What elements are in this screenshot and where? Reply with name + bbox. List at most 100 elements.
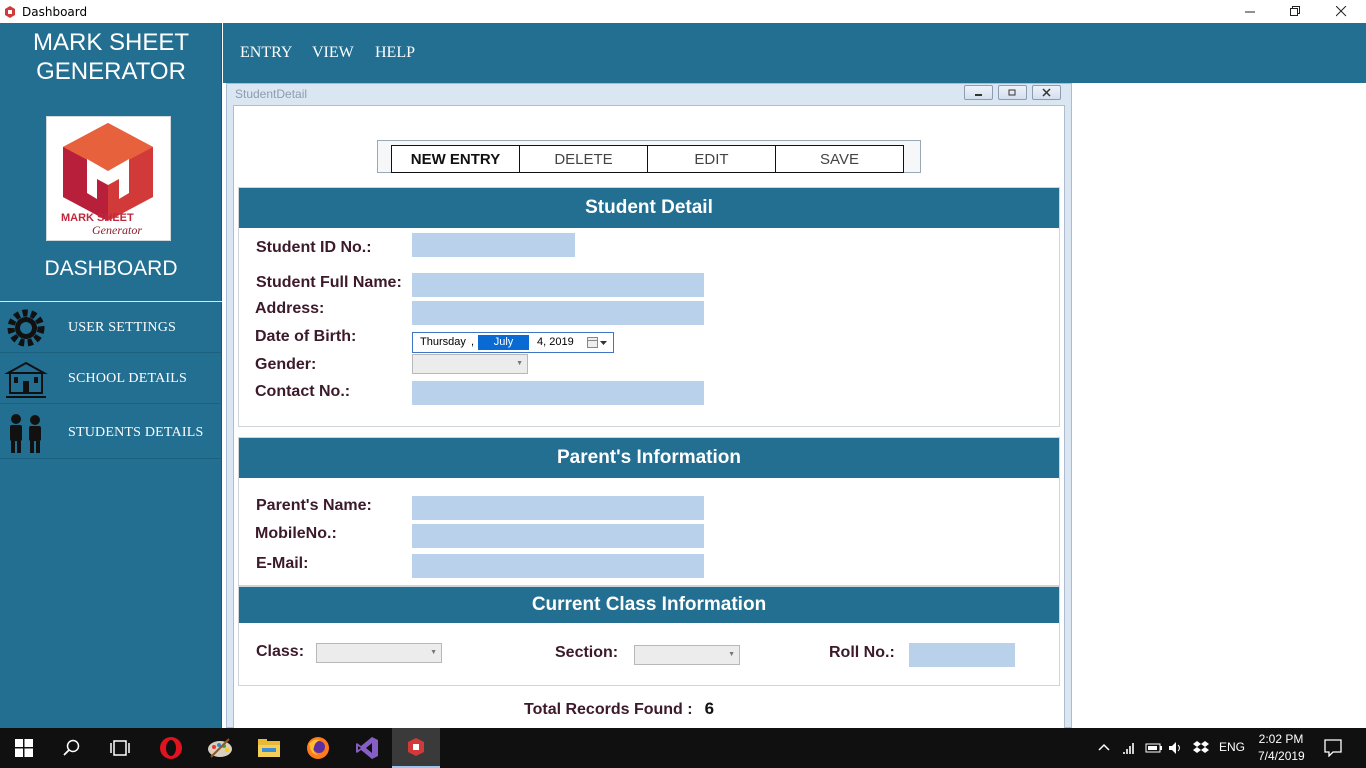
clock-date: 7/4/2019 <box>1258 749 1305 763</box>
parent-info-heading: Parent's Information <box>239 438 1059 478</box>
sidebar-item-label: STUDENTS DETAILS <box>68 424 204 440</box>
search-button[interactable] <box>48 728 96 768</box>
minimize-button[interactable] <box>1227 0 1273 23</box>
parent-name-input[interactable] <box>412 496 704 520</box>
roll-input[interactable] <box>909 643 1015 667</box>
restore-icon <box>1289 6 1300 16</box>
taskbar-file-explorer[interactable] <box>245 728 293 768</box>
chevron-down-icon: ▼ <box>728 651 735 658</box>
window-title: Dashboard <box>22 4 88 19</box>
child-minimize-button[interactable] <box>964 85 993 100</box>
total-records-value: 6 <box>704 699 715 718</box>
gender-select[interactable]: ▼ <box>412 354 528 374</box>
close-icon <box>1042 88 1051 97</box>
clock[interactable]: 2:02 PM 7/4/2019 <box>1258 731 1305 765</box>
menu-help[interactable]: HELP <box>375 44 415 62</box>
start-button[interactable] <box>0 728 48 768</box>
taskbar: ENG 2:02 PM 7/4/2019 <box>0 728 1366 768</box>
notification-icon[interactable] <box>1324 739 1342 757</box>
sidebar-item-school-details[interactable]: SCHOOL DETAILS <box>0 354 222 404</box>
close-button[interactable] <box>1318 0 1364 23</box>
save-button[interactable]: SAVE <box>775 145 904 173</box>
sidebar: MARK SHEET GENERATOR MARK SHEET Generato… <box>0 23 222 728</box>
gender-label: Gender: <box>255 356 317 373</box>
mobile-input[interactable] <box>412 524 704 548</box>
total-records-label: Total Records Found : <box>524 701 693 718</box>
sidebar-divider <box>0 301 222 302</box>
student-detail-panel: Student Detail Student ID No.: Student F… <box>238 187 1060 427</box>
class-info-panel: Current Class Information Class: ▼ Secti… <box>238 586 1060 686</box>
dob-label: Date of Birth: <box>255 328 357 345</box>
new-entry-button[interactable]: NEW ENTRY <box>391 145 520 173</box>
network-icon[interactable] <box>1122 740 1138 756</box>
visual-studio-icon <box>356 737 378 759</box>
parent-info-panel: Parent's Information Parent's Name: Mobi… <box>238 437 1060 586</box>
brand-line1: MARK SHEET <box>32 29 190 56</box>
task-view-icon <box>110 740 130 756</box>
child-restore-button[interactable] <box>998 85 1027 100</box>
taskbar-paint[interactable] <box>196 728 244 768</box>
minimize-icon <box>975 94 982 96</box>
taskbar-visual-studio[interactable] <box>343 728 391 768</box>
dob-date-picker[interactable]: Thursday , July 4, 2019 <box>412 332 614 353</box>
menu-entry[interactable]: ENTRY <box>240 44 292 62</box>
student-id-label: Student ID No.: <box>256 239 372 256</box>
close-icon <box>1335 6 1346 17</box>
section-label: Section: <box>555 644 619 661</box>
class-label: Class: <box>256 643 305 660</box>
delete-button[interactable]: DELETE <box>519 145 648 173</box>
form-client-area: NEW ENTRY DELETE EDIT SAVE Student Detai… <box>233 105 1065 729</box>
student-detail-window: StudentDetail NEW ENTRY DELETE EDIT SAVE… <box>226 83 1072 729</box>
action-toolbar: NEW ENTRY DELETE EDIT SAVE <box>377 140 921 173</box>
dropbox-icon[interactable] <box>1192 740 1210 756</box>
total-records: Total Records Found : 6 <box>524 699 714 719</box>
dob-comma: , <box>471 336 475 348</box>
chevron-up-icon[interactable] <box>1098 742 1110 752</box>
logo-hexagon-icon: MARK SHEET Generator <box>61 123 153 237</box>
dashboard-label: DASHBOARD <box>44 257 178 280</box>
student-name-input[interactable] <box>412 273 704 297</box>
battery-icon[interactable] <box>1145 741 1163 755</box>
email-label: E-Mail: <box>256 555 309 572</box>
students-icon <box>10 413 41 453</box>
calendar-dropdown-icon <box>587 337 607 348</box>
brand-line2: GENERATOR <box>36 58 186 85</box>
volume-icon[interactable] <box>1168 740 1184 756</box>
taskbar-opera[interactable] <box>147 728 195 768</box>
app-brand: MARK SHEET GENERATOR <box>0 28 222 86</box>
window-titlebar: Dashboard <box>0 0 1366 23</box>
menu-view[interactable]: VIEW <box>312 44 354 62</box>
address-label: Address: <box>255 300 325 317</box>
address-input[interactable] <box>412 301 704 325</box>
restore-button[interactable] <box>1272 0 1318 23</box>
class-info-heading: Current Class Information <box>239 587 1059 623</box>
child-close-button[interactable] <box>1032 85 1061 100</box>
opera-icon <box>160 737 182 759</box>
student-id-input[interactable] <box>412 233 575 257</box>
mobile-label: MobileNo.: <box>255 525 337 542</box>
gear-icon <box>7 309 45 346</box>
language-indicator[interactable]: ENG <box>1219 740 1245 754</box>
class-select[interactable]: ▼ <box>316 643 442 663</box>
contact-input[interactable] <box>412 381 704 405</box>
menu-bar: ENTRY VIEW HELP <box>223 23 1366 83</box>
parent-name-label: Parent's Name: <box>256 497 372 514</box>
logo-text-2: Generator <box>92 223 142 237</box>
task-view-button[interactable] <box>96 728 144 768</box>
minimize-icon <box>1244 11 1255 13</box>
sidebar-item-students-details[interactable]: STUDENTS DETAILS <box>0 407 222 459</box>
sidebar-item-user-settings[interactable]: USER SETTINGS <box>0 303 222 353</box>
email-input[interactable] <box>412 554 704 578</box>
child-window-title: StudentDetail <box>235 87 308 101</box>
edit-button[interactable]: EDIT <box>647 145 776 173</box>
restore-icon <box>1008 89 1016 96</box>
chevron-down-icon: ▼ <box>516 360 523 367</box>
taskbar-mark-sheet-app[interactable] <box>392 728 440 768</box>
sidebar-item-label: SCHOOL DETAILS <box>68 370 187 386</box>
sidebar-item-label: USER SETTINGS <box>68 319 176 335</box>
clock-time: 2:02 PM <box>1258 732 1304 746</box>
dob-month: July <box>478 335 529 350</box>
taskbar-firefox[interactable] <box>294 728 342 768</box>
paint-palette-icon <box>208 738 232 758</box>
section-select[interactable]: ▼ <box>634 645 740 665</box>
